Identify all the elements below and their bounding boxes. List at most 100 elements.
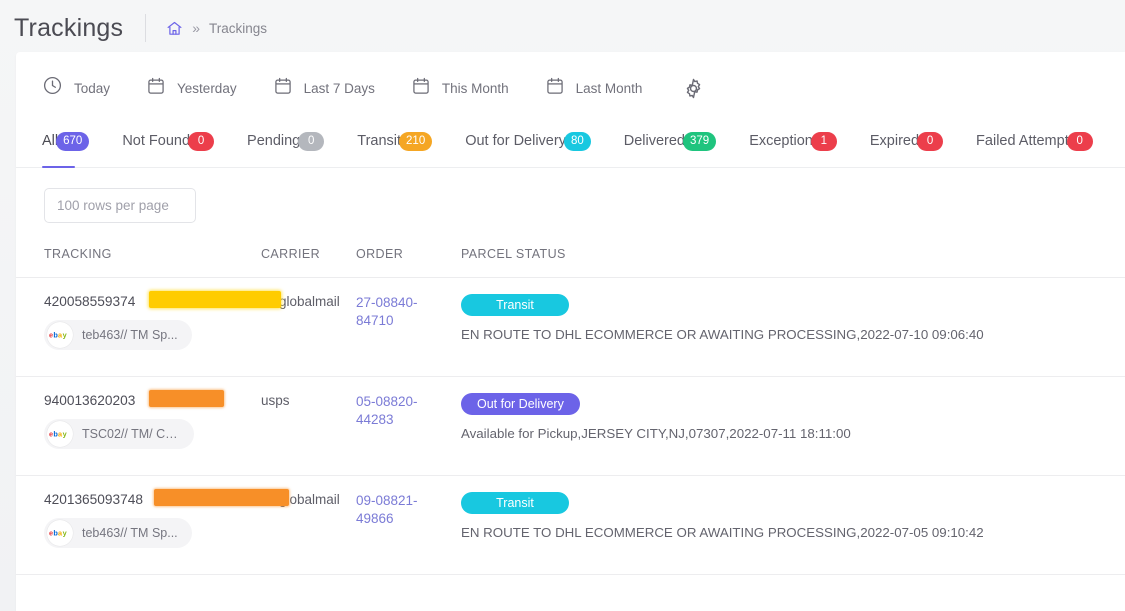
status-badge-count: 0 bbox=[298, 131, 325, 151]
store-name: TSC02// TM/ Cap... bbox=[82, 427, 180, 441]
status-badge-count: 1 bbox=[810, 131, 837, 151]
quick-filter-label: Today bbox=[74, 80, 111, 96]
svg-text:b: b bbox=[53, 429, 58, 438]
store-pill[interactable]: e b a y TSC02// TM/ Cap... bbox=[44, 419, 194, 449]
ebay-logo-icon: e b a y bbox=[47, 421, 73, 447]
table-row[interactable]: 420058559374 e b a y teb463// TM Sp... d… bbox=[16, 277, 1125, 377]
cell-parcel-status: Out for Delivery Available for Pickup,JE… bbox=[461, 376, 1125, 476]
quick-filter-yesterday[interactable]: Yesterday bbox=[146, 76, 237, 101]
svg-text:e: e bbox=[49, 528, 53, 537]
breadcrumb-current: Trackings bbox=[209, 20, 268, 36]
quick-filter-today[interactable]: Today bbox=[42, 75, 110, 101]
quick-filter-label: This Month bbox=[441, 80, 509, 96]
status-badge-count: 210 bbox=[399, 131, 433, 151]
quick-filter-this-month[interactable]: This Month bbox=[411, 76, 509, 101]
tab-label: Expired bbox=[869, 133, 920, 149]
tab-label: Delivered bbox=[623, 133, 685, 149]
tab-pending[interactable]: Pending 0 bbox=[247, 124, 325, 167]
parcel-status-detail: EN ROUTE TO DHL ECOMMERCE OR AWAITING PR… bbox=[461, 525, 984, 540]
cell-tracking: 420058559374 e b a y teb463// TM Sp... bbox=[16, 277, 281, 377]
tab-exception[interactable]: Exception 1 bbox=[749, 124, 837, 167]
trackings-table: TRACKING CARRIER ORDER PARCEL STATUS 420… bbox=[16, 239, 1125, 575]
svg-text:e: e bbox=[49, 330, 53, 339]
svg-text:e: e bbox=[49, 429, 53, 438]
status-badge-count: 0 bbox=[1066, 131, 1093, 151]
tab-transit[interactable]: Transit 210 bbox=[357, 124, 433, 167]
home-icon[interactable] bbox=[166, 20, 183, 37]
calendar-icon bbox=[411, 76, 431, 101]
ebay-logo-icon: e b a y bbox=[47, 322, 73, 348]
store-pill[interactable]: e b a y teb463// TM Sp... bbox=[44, 320, 192, 350]
svg-text:b: b bbox=[53, 528, 58, 537]
ebay-logo-icon: e b a y bbox=[49, 429, 68, 438]
tracking-number[interactable]: 940013620203 bbox=[44, 390, 224, 408]
tab-not-found[interactable]: Not Found 0 bbox=[122, 124, 215, 167]
tab-label: Failed Attempt bbox=[976, 133, 1069, 149]
tab-label: Transit bbox=[357, 133, 402, 149]
store-pill[interactable]: e b a y teb463// TM Sp... bbox=[44, 518, 192, 548]
calendar-icon bbox=[273, 76, 293, 101]
gear-icon[interactable] bbox=[682, 77, 705, 100]
tab-label: Exception bbox=[749, 133, 813, 149]
cell-order: 05-08820-44283 bbox=[356, 376, 461, 476]
status-badge-count: 80 bbox=[563, 131, 591, 151]
order-link[interactable]: 09-08821-49866 bbox=[356, 492, 428, 528]
store-name: teb463// TM Sp... bbox=[82, 328, 178, 342]
page-title: Trackings bbox=[14, 13, 124, 42]
quick-filter-last-month[interactable]: Last Month bbox=[545, 76, 642, 101]
redaction-overlay bbox=[149, 390, 224, 407]
tracking-number[interactable]: 420058559374 bbox=[44, 291, 281, 309]
page-header: Trackings » Trackings bbox=[0, 0, 1125, 56]
cell-carrier: usps bbox=[261, 376, 356, 476]
status-badge-count: 670 bbox=[56, 131, 90, 151]
cell-tracking: 940013620203 e b a y TSC02// TM/ Cap... bbox=[16, 376, 261, 476]
order-link[interactable]: 05-08820-44283 bbox=[356, 393, 428, 429]
redaction-overlay bbox=[154, 489, 289, 506]
cell-order: 09-08821-49866 bbox=[356, 475, 461, 575]
tab-delivered[interactable]: Delivered 379 bbox=[623, 124, 717, 167]
tab-out-for-delivery[interactable]: Out for Delivery 80 bbox=[465, 124, 591, 167]
tab-label: Pending bbox=[247, 133, 301, 149]
parcel-status-badge: Transit bbox=[461, 294, 569, 316]
svg-text:a: a bbox=[58, 330, 63, 339]
status-badge-count: 379 bbox=[683, 131, 717, 151]
table-body: 420058559374 e b a y teb463// TM Sp... d… bbox=[16, 277, 1125, 575]
clock-icon bbox=[42, 75, 63, 101]
table-row[interactable]: 940013620203 e b a y TSC02// TM/ Cap... … bbox=[16, 376, 1125, 476]
tracking-number[interactable]: 4201365093748 bbox=[44, 489, 289, 507]
parcel-status-badge: Out for Delivery bbox=[461, 393, 580, 415]
ebay-logo-icon: e b a y bbox=[49, 330, 68, 339]
quick-filter-label: Last 7 Days bbox=[303, 80, 375, 96]
table-row[interactable]: 4201365093748 e b a y teb463// TM Sp... … bbox=[16, 475, 1125, 575]
parcel-status-detail: EN ROUTE TO DHL ECOMMERCE OR AWAITING PR… bbox=[461, 327, 984, 342]
redaction-overlay bbox=[149, 291, 281, 308]
rows-per-page-select[interactable]: 100 rows per page bbox=[44, 188, 196, 223]
svg-text:b: b bbox=[53, 330, 58, 339]
cell-tracking: 4201365093748 e b a y teb463// TM Sp... bbox=[16, 475, 289, 575]
tab-expired[interactable]: Expired 0 bbox=[869, 124, 944, 167]
tab-failed-attempt[interactable]: Failed Attempt 0 bbox=[976, 124, 1093, 167]
cell-order: 27-08840-84710 bbox=[356, 277, 461, 377]
tab-label: Not Found bbox=[122, 133, 191, 149]
order-link[interactable]: 27-08840-84710 bbox=[356, 294, 428, 330]
column-header-order: ORDER bbox=[356, 239, 461, 278]
calendar-icon bbox=[146, 76, 166, 101]
column-header-tracking: TRACKING bbox=[16, 239, 261, 278]
svg-text:y: y bbox=[63, 429, 68, 438]
quick-filter-label: Yesterday bbox=[177, 80, 237, 96]
parcel-status-badge: Transit bbox=[461, 492, 569, 514]
trackings-card: Today Yesterday Last 7 Days This Month L… bbox=[16, 52, 1125, 611]
breadcrumb: » Trackings bbox=[166, 20, 267, 37]
svg-text:y: y bbox=[63, 330, 68, 339]
breadcrumb-separator: » bbox=[192, 20, 201, 36]
tab-all[interactable]: All 670 bbox=[42, 124, 90, 168]
quick-date-filters: Today Yesterday Last 7 Days This Month L… bbox=[16, 52, 1125, 124]
quick-filter-last-7-days[interactable]: Last 7 Days bbox=[273, 76, 375, 101]
ebay-logo-icon: e b a y bbox=[47, 520, 73, 546]
status-badge-count: 0 bbox=[188, 131, 215, 151]
cell-parcel-status: Transit EN ROUTE TO DHL ECOMMERCE OR AWA… bbox=[461, 475, 1125, 575]
svg-text:a: a bbox=[58, 429, 63, 438]
column-header-parcel-status: PARCEL STATUS bbox=[461, 239, 1125, 278]
svg-text:y: y bbox=[63, 528, 68, 537]
rows-per-page-bar: 100 rows per page bbox=[16, 168, 1125, 239]
